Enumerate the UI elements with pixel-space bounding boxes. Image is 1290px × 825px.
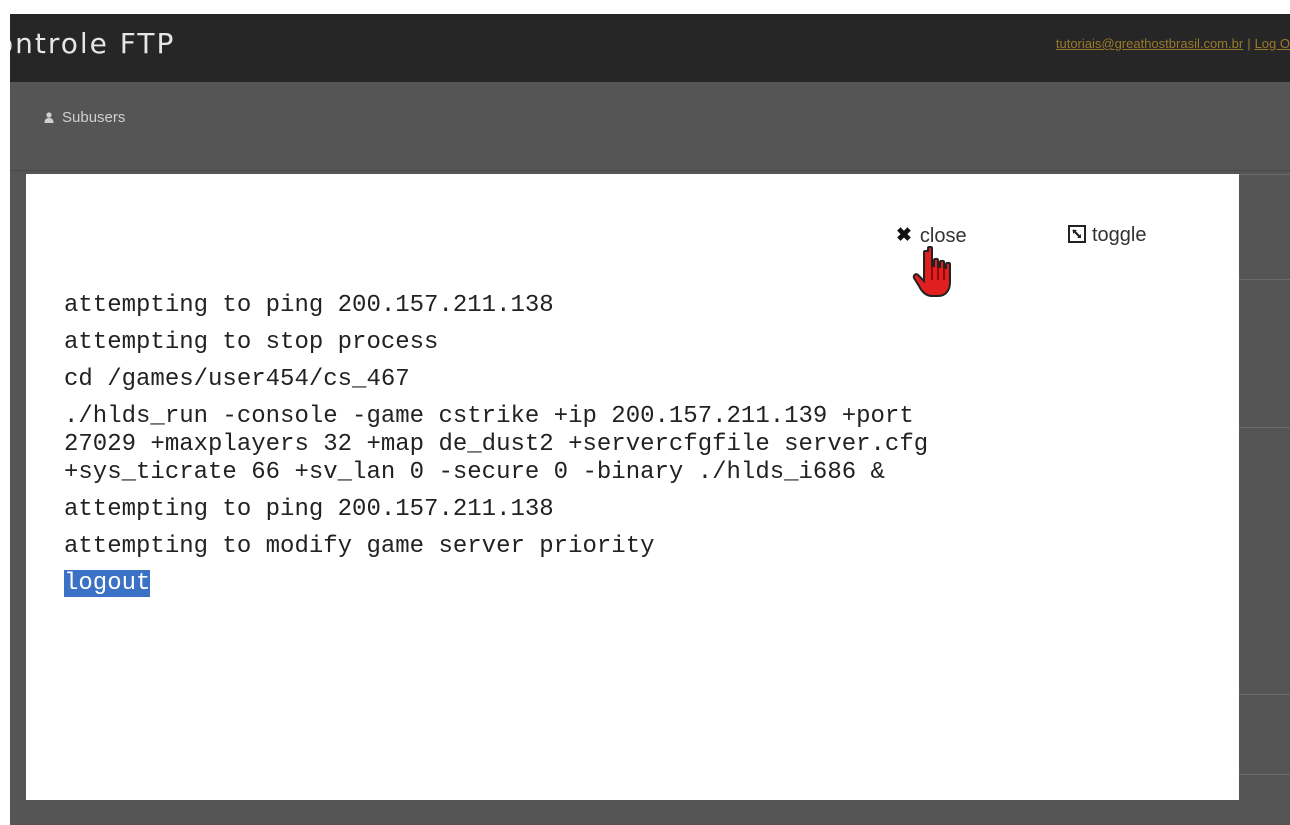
nav-item-subusers[interactable]: Subusers <box>44 109 125 126</box>
user-links: tutoriais@greathostbrasil.com.br | Log O <box>1056 36 1290 51</box>
console-line: attempting to stop process <box>64 329 439 356</box>
console-line: cd /games/user454/cs_467 <box>64 366 410 393</box>
background-divider <box>1230 694 1290 695</box>
close-button[interactable]: ✖ close <box>896 224 967 248</box>
toggle-label: toggle <box>1092 224 1147 246</box>
subusers-label: Subusers <box>62 109 126 126</box>
console-line: attempting to modify game server priorit… <box>64 533 655 560</box>
close-label: close <box>919 225 967 247</box>
console-line: attempting to ping 200.157.211.138 <box>64 292 554 319</box>
background-divider <box>1230 279 1290 280</box>
toggle-icon <box>1068 225 1086 243</box>
console-line: attempting to ping 200.157.211.138 <box>64 496 554 523</box>
console-modal: ✖ close toggle attempting to ping 200.157… <box>26 174 1239 800</box>
launch-command-block: ./hlds_run -console -game cstrike +ip 20… <box>64 403 1214 487</box>
console-line: +sys_ticrate 66 +sv_lan 0 -secure 0 -bin… <box>64 459 885 486</box>
selected-text-logout[interactable]: logout <box>64 570 151 597</box>
close-icon: ✖ <box>896 225 912 246</box>
console-line: ./hlds_run -console -game cstrike +ip 20… <box>64 403 914 430</box>
console-output: attempting to ping 200.157.211.138 attem… <box>64 292 1214 607</box>
link-separator: | <box>1247 36 1251 51</box>
user-email-link[interactable]: tutoriais@greathostbrasil.com.br <box>1056 36 1243 51</box>
console-line-selected: logout <box>64 570 1214 598</box>
background-divider <box>1230 174 1290 175</box>
brand-title: ontrole FTP <box>10 27 176 60</box>
header-bar: ontrole FTP tutoriais@greathostbrasil.co… <box>10 14 1290 82</box>
toggle-button[interactable]: toggle <box>1068 224 1147 247</box>
background-divider <box>1230 427 1290 428</box>
console-line: 27029 +maxplayers 32 +map de_dust2 +serv… <box>64 431 929 458</box>
logout-link[interactable]: Log O <box>1255 36 1290 51</box>
background-divider <box>1230 774 1290 775</box>
nav-bar: Subusers <box>10 82 1290 171</box>
person-icon <box>44 110 54 123</box>
